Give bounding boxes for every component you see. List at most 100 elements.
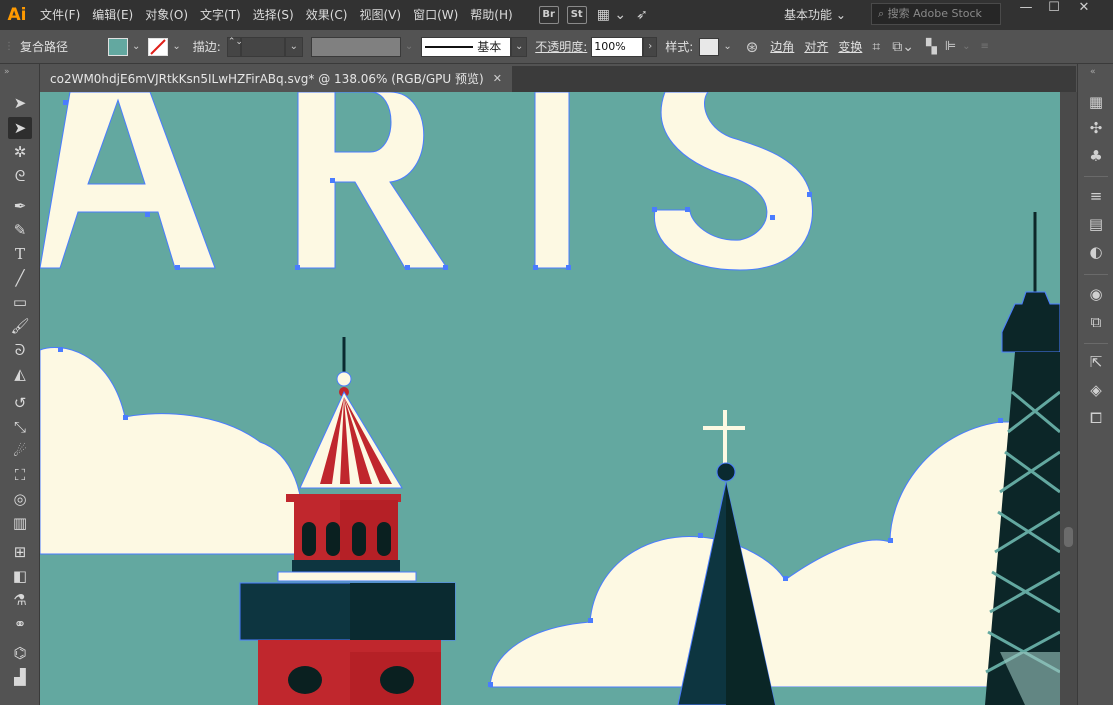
menu-view[interactable]: 视图(V)	[353, 0, 407, 30]
maximize-button[interactable]: ☐	[1040, 0, 1068, 18]
paintbrush-tool-icon[interactable]: 🖌	[8, 315, 32, 337]
align-button[interactable]: 对齐	[804, 38, 828, 55]
rectangle-tool-icon[interactable]: ▭	[8, 291, 32, 313]
search-placeholder: 搜索 Adobe Stock	[887, 7, 982, 20]
graphic-style-swatch[interactable]	[699, 37, 720, 56]
lasso-tool-icon[interactable]: ᘓ	[8, 165, 32, 187]
menu-object[interactable]: 对象(O)	[139, 0, 194, 30]
arrange-documents-icon[interactable]: ▦ ⌄	[597, 7, 626, 23]
menu-type[interactable]: 文字(T)	[194, 0, 247, 30]
panel-collapse-icon[interactable]: »	[4, 67, 10, 77]
magic-wand-tool-icon[interactable]: ✲	[8, 141, 32, 163]
opacity-label[interactable]: 不透明度:	[535, 38, 587, 55]
variable-width-profile[interactable]	[310, 36, 401, 57]
rotate-tool-icon[interactable]: ↺	[8, 392, 32, 414]
selection-type-label: 复合路径	[20, 40, 69, 54]
eraser-tool-icon[interactable]: ◭	[8, 363, 32, 385]
color-guide-icon[interactable]: ▦	[1086, 92, 1106, 112]
illustrator-logo: Ai	[7, 5, 27, 25]
vertical-scrollbar[interactable]	[1060, 92, 1077, 705]
stroke-weight-input[interactable]	[240, 36, 285, 57]
dock-collapse-icon[interactable]: «	[1090, 67, 1096, 77]
mesh-tool-icon[interactable]: ⊞	[8, 541, 32, 563]
stroke-weight-stepper[interactable]: ⌃⌄	[226, 36, 243, 57]
style-dropdown-icon[interactable]: ⌄	[723, 41, 731, 52]
line-tool-icon[interactable]: ╱	[8, 267, 32, 289]
direct-selection-tool-icon[interactable]: ➤	[8, 117, 32, 139]
scale-tool-icon[interactable]: ⤡	[8, 416, 32, 438]
search-input[interactable]: ⌕ 搜索 Adobe Stock	[871, 3, 1001, 25]
tower-oculus	[380, 666, 414, 694]
free-transform-tool-icon[interactable]: ⛶	[8, 464, 32, 486]
menu-window[interactable]: 窗口(W)	[407, 0, 464, 30]
column-graph-tool-icon[interactable]: ▟	[8, 666, 32, 688]
select-similar-icon[interactable]: ▚	[926, 39, 937, 55]
symbols-icon[interactable]: ♣	[1086, 146, 1106, 166]
type-tool-icon[interactable]: T	[8, 243, 32, 265]
workspace-switcher[interactable]: 基本功能 ⌄	[780, 4, 850, 26]
scrollbar-thumb[interactable]	[1064, 527, 1073, 547]
stroke-swatch[interactable]	[148, 37, 169, 56]
shaper-tool-icon[interactable]: ᘐ	[8, 339, 32, 361]
corner-button[interactable]: 边角	[770, 38, 794, 55]
blend-tool-icon[interactable]: ⚭	[8, 613, 32, 635]
letter-i[interactable]	[534, 92, 570, 269]
graphic-styles-icon[interactable]: ⧉	[1086, 312, 1106, 332]
make-envelope-icon[interactable]: ⧉⌄	[892, 39, 914, 55]
fill-dropdown-icon[interactable]: ⌄	[132, 41, 140, 52]
brush-definition[interactable]: 基本	[421, 36, 512, 57]
layers-icon[interactable]: ◈	[1086, 380, 1106, 400]
profile-dropdown-icon[interactable]: ⌄	[405, 41, 413, 52]
menu-effect[interactable]: 效果(C)	[300, 0, 354, 30]
transparency-icon[interactable]: ◐	[1086, 242, 1106, 262]
document-tab-bar: co2WM0hdjE6mVJRtkKsn5ILwHZFirABq.svg* @ …	[40, 66, 1076, 92]
spire-ball	[716, 462, 736, 482]
close-tab-icon[interactable]: ✕	[493, 66, 502, 92]
eyedropper-tool-icon[interactable]: ⚗	[8, 589, 32, 611]
gradient-icon[interactable]: ▤	[1086, 214, 1106, 234]
menu-edit[interactable]: 编辑(E)	[86, 0, 139, 30]
more-options-icon[interactable]: ⌄	[962, 41, 970, 52]
artboard-canvas[interactable]	[40, 92, 1060, 705]
export-icon[interactable]: ⇱	[1086, 352, 1106, 372]
close-window-button[interactable]: ✕	[1070, 0, 1098, 18]
document-tab[interactable]: co2WM0hdjE6mVJRtkKsn5ILwHZFirABq.svg* @ …	[40, 66, 512, 92]
overflow-icon[interactable]: ≡	[980, 41, 988, 52]
menu-file[interactable]: 文件(F)	[34, 0, 86, 30]
brushes-icon[interactable]: ✣	[1086, 118, 1106, 138]
minimize-button[interactable]: —	[1012, 0, 1040, 18]
menu-select[interactable]: 选择(S)	[247, 0, 300, 30]
stroke-label: 描边:	[192, 40, 221, 54]
isolate-object-icon[interactable]: ⌗	[872, 39, 880, 55]
panel-menu-icon[interactable]: ⊫	[945, 39, 956, 54]
fill-swatch[interactable]	[108, 37, 129, 56]
stroke-dropdown-icon[interactable]: ⌄	[172, 41, 180, 52]
brush-dropdown[interactable]: ⌄	[511, 36, 528, 57]
artboards-icon[interactable]: ⧠	[1086, 408, 1106, 428]
gradient-tool-icon[interactable]: ◧	[8, 565, 32, 587]
pen-tool-icon[interactable]: ✒	[8, 195, 32, 217]
stroke-icon[interactable]: ≡	[1086, 186, 1106, 206]
perspective-grid-tool-icon[interactable]: ▥	[8, 512, 32, 534]
tower-drum-shade	[350, 583, 455, 640]
tower-ball	[336, 371, 352, 387]
shape-builder-tool-icon[interactable]: ◎	[8, 488, 32, 510]
warp-tool-icon[interactable]: ☄	[8, 440, 32, 462]
curvature-tool-icon[interactable]: ✎	[8, 219, 32, 241]
appearance-icon[interactable]: ◉	[1086, 284, 1106, 304]
stock-icon[interactable]: St	[566, 6, 587, 24]
opacity-stepper[interactable]: ›	[643, 36, 658, 57]
brush-name: 基本	[477, 40, 502, 54]
gpu-rocket-icon[interactable]: ➶	[636, 7, 648, 23]
menu-help[interactable]: 帮助(H)	[464, 0, 518, 30]
panel-separator	[1084, 176, 1108, 177]
opacity-input[interactable]: 100%	[591, 36, 644, 57]
selection-tool-icon[interactable]: ➤	[8, 92, 32, 114]
stroke-weight-dropdown[interactable]: ⌄	[284, 36, 303, 57]
bridge-icon[interactable]: Br	[538, 6, 559, 24]
symbol-sprayer-tool-icon[interactable]: ⌬	[8, 642, 32, 664]
belfry-window	[326, 522, 340, 556]
transform-button[interactable]: 变换	[838, 38, 862, 55]
recolor-artwork-icon[interactable]: ⊛	[746, 38, 759, 56]
panel-dock: « ▦ ✣ ♣ ≡ ▤ ◐ ◉ ⧉ ⇱ ◈ ⧠	[1077, 64, 1113, 705]
